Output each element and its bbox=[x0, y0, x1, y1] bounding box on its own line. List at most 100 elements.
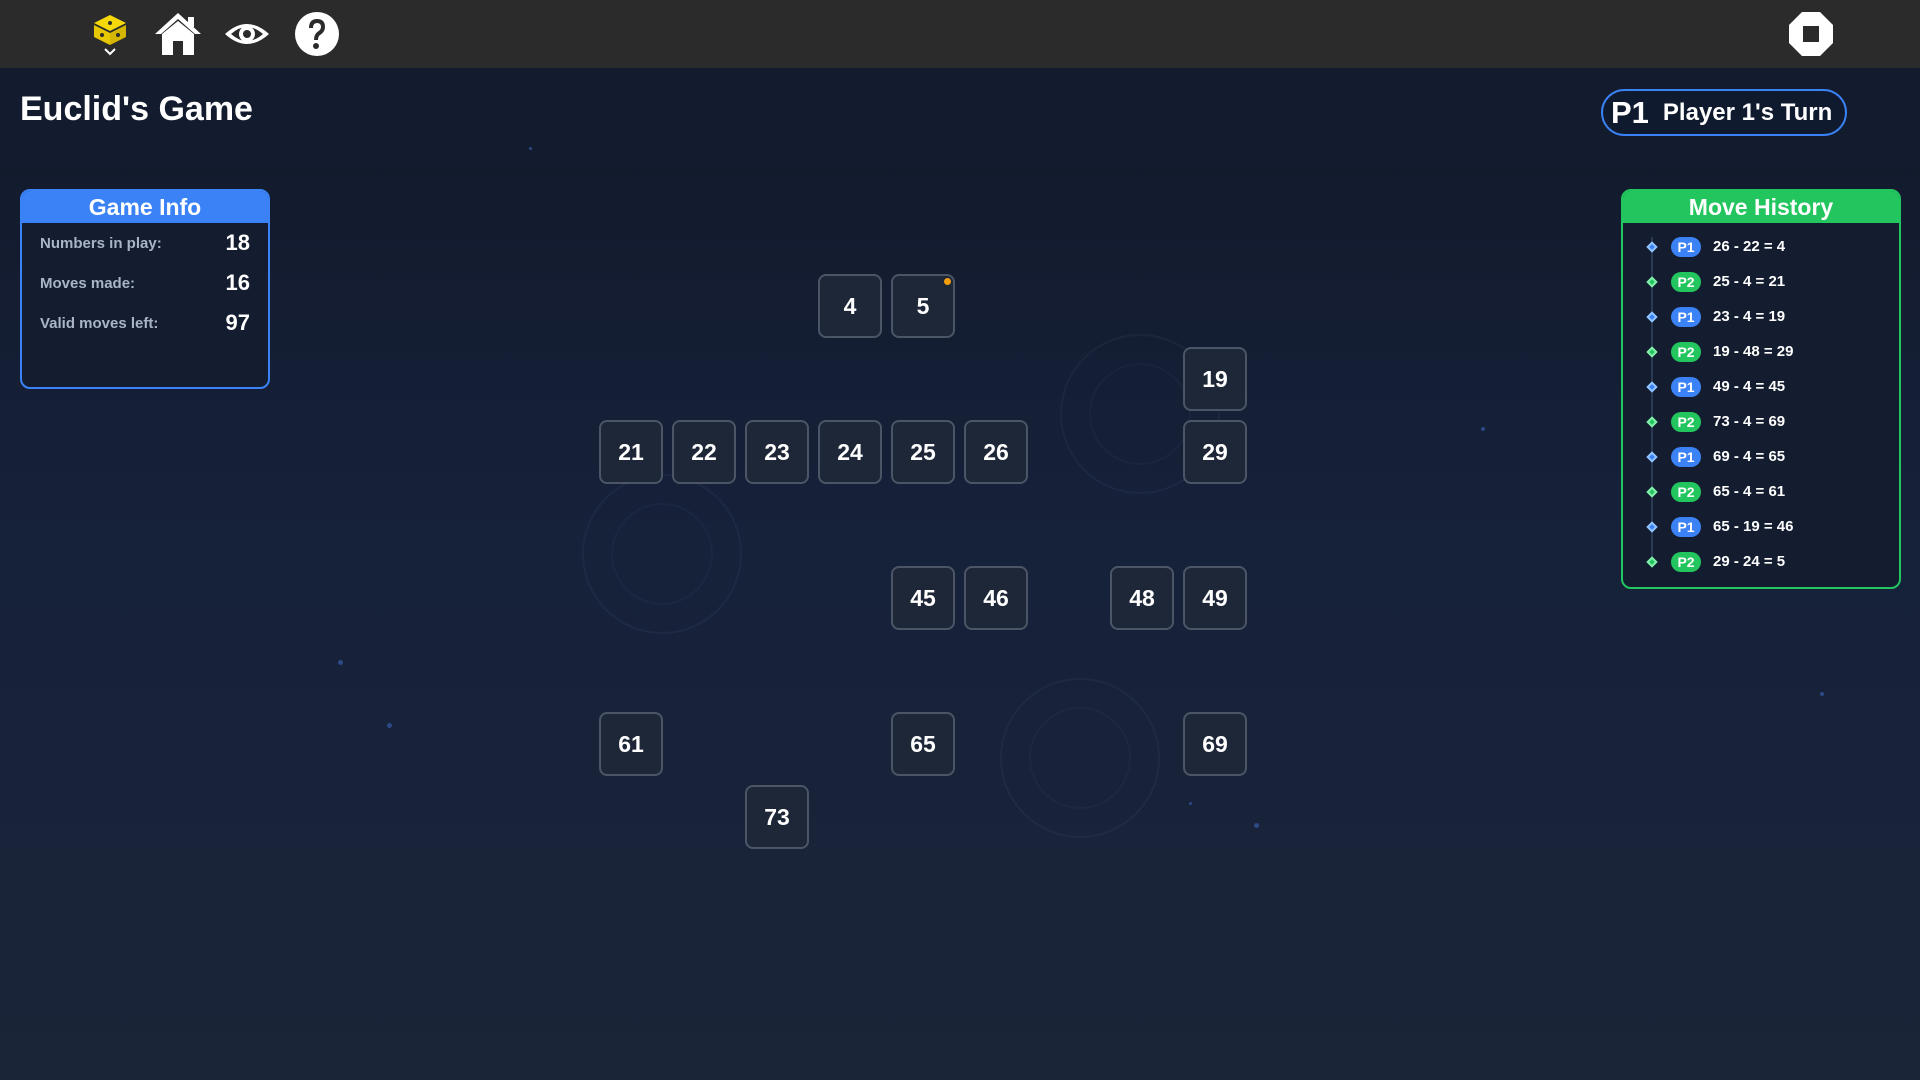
move-history-list: P1 26 - 22 = 4 P2 25 - 4 = 21 P1 23 - 4 = 19 P… bbox=[1623, 229, 1899, 579]
move-text: 19 - 48 = 29 bbox=[1713, 343, 1794, 360]
timeline-dot-icon bbox=[1646, 415, 1658, 428]
move-text: 65 - 4 = 61 bbox=[1713, 483, 1786, 500]
tile-number: 65 bbox=[910, 730, 936, 757]
timeline-dot-icon bbox=[1646, 275, 1658, 288]
tile-number: 4 bbox=[843, 292, 857, 319]
tile-number: 24 bbox=[837, 438, 863, 465]
move-text: 73 - 4 = 69 bbox=[1713, 413, 1786, 430]
stop-icon[interactable] bbox=[1786, 9, 1836, 59]
info-row-numbers: Numbers in play: 18 bbox=[22, 223, 268, 263]
number-tile[interactable]: 29 bbox=[1183, 420, 1247, 484]
move-text: 65 - 19 = 46 bbox=[1713, 518, 1794, 535]
home-icon[interactable] bbox=[152, 9, 204, 59]
number-tile[interactable]: 22 bbox=[672, 420, 736, 484]
number-tile[interactable]: 24 bbox=[818, 420, 882, 484]
move-text: 25 - 4 = 21 bbox=[1713, 273, 1786, 290]
tile-number: 19 bbox=[1202, 365, 1228, 392]
new-number-marker-icon bbox=[944, 278, 951, 285]
tile-number: 22 bbox=[691, 438, 717, 465]
history-item: P1 23 - 4 = 19 bbox=[1646, 299, 1899, 334]
move-text: 23 - 4 = 19 bbox=[1713, 308, 1786, 325]
player-badge: P1 bbox=[1671, 446, 1701, 467]
game-info-title: Game Info bbox=[22, 191, 268, 223]
move-text: 29 - 24 = 5 bbox=[1713, 553, 1786, 570]
move-text: 69 - 4 = 65 bbox=[1713, 448, 1786, 465]
tile-number: 21 bbox=[618, 438, 644, 465]
page-title: Euclid's Game bbox=[20, 90, 253, 128]
background-ring bbox=[1000, 678, 1160, 838]
tile-number: 46 bbox=[983, 584, 1009, 611]
tile-number: 45 bbox=[910, 584, 936, 611]
info-value: 18 bbox=[225, 230, 250, 255]
info-value: 97 bbox=[225, 310, 250, 335]
history-item: P1 49 - 4 = 45 bbox=[1646, 369, 1899, 404]
player-badge: P2 bbox=[1671, 551, 1701, 572]
info-row-moves: Moves made: 16 bbox=[22, 263, 268, 303]
player-badge: P2 bbox=[1671, 271, 1701, 292]
timeline-dot-icon bbox=[1646, 555, 1658, 568]
number-tile[interactable]: 45 bbox=[891, 566, 955, 630]
number-tile[interactable]: 23 bbox=[745, 420, 809, 484]
game-info-panel: Game Info Numbers in play: 18 Moves made… bbox=[20, 189, 270, 389]
tile-number: 61 bbox=[618, 730, 644, 757]
background-star bbox=[1481, 427, 1485, 431]
player-badge: P1 bbox=[1671, 516, 1701, 537]
timeline-dot-icon bbox=[1646, 240, 1658, 253]
info-row-valid-moves: Valid moves left: 97 bbox=[22, 303, 268, 343]
timeline-dot-icon bbox=[1646, 485, 1658, 498]
number-tile[interactable]: 19 bbox=[1183, 347, 1247, 411]
number-tile[interactable]: 21 bbox=[599, 420, 663, 484]
timeline-dot-icon bbox=[1646, 520, 1658, 533]
move-history-panel: Move History P1 26 - 22 = 4 P2 25 - 4 = 21 P… bbox=[1621, 189, 1901, 589]
number-tile[interactable]: 46 bbox=[964, 566, 1028, 630]
eye-icon[interactable] bbox=[222, 9, 272, 59]
move-text: 49 - 4 = 45 bbox=[1713, 378, 1786, 395]
turn-indicator: P1 Player 1's Turn bbox=[1601, 89, 1847, 136]
tile-number: 23 bbox=[764, 438, 790, 465]
timeline-dot-icon bbox=[1646, 450, 1658, 463]
player-badge: P1 bbox=[1671, 306, 1701, 327]
background-star bbox=[338, 660, 343, 665]
move-history-title: Move History bbox=[1623, 191, 1899, 223]
tile-number: 49 bbox=[1202, 584, 1228, 611]
background-star bbox=[529, 147, 532, 150]
number-tile[interactable]: 69 bbox=[1183, 712, 1247, 776]
number-tile[interactable]: 25 bbox=[891, 420, 955, 484]
background-star bbox=[1820, 692, 1824, 696]
player-badge: P2 bbox=[1671, 481, 1701, 502]
tile-number: 48 bbox=[1129, 584, 1155, 611]
info-label: Numbers in play: bbox=[40, 234, 162, 252]
number-tile[interactable]: 61 bbox=[599, 712, 663, 776]
turn-label: Player 1's Turn bbox=[1662, 98, 1833, 126]
history-item: P2 65 - 4 = 61 bbox=[1646, 474, 1899, 509]
info-label: Moves made: bbox=[40, 274, 136, 292]
tile-number: 29 bbox=[1202, 438, 1228, 465]
number-tile[interactable]: 48 bbox=[1110, 566, 1174, 630]
background-ring bbox=[582, 474, 742, 634]
background-star bbox=[1254, 823, 1259, 828]
timeline-dot-icon bbox=[1646, 345, 1658, 358]
background-star bbox=[1189, 802, 1192, 805]
history-item: P2 19 - 48 = 29 bbox=[1646, 334, 1899, 369]
history-item: P2 25 - 4 = 21 bbox=[1646, 264, 1899, 299]
tile-number: 25 bbox=[910, 438, 936, 465]
tile-number: 26 bbox=[983, 438, 1009, 465]
history-item: P2 29 - 24 = 5 bbox=[1646, 544, 1899, 579]
background-star bbox=[387, 723, 392, 728]
number-tile[interactable]: 49 bbox=[1183, 566, 1247, 630]
number-tile[interactable]: 65 bbox=[891, 712, 955, 776]
player-badge: P2 bbox=[1671, 411, 1701, 432]
move-text: 26 - 22 = 4 bbox=[1713, 238, 1786, 255]
info-label: Valid moves left: bbox=[40, 314, 159, 332]
history-item: P2 73 - 4 = 69 bbox=[1646, 404, 1899, 439]
tile-number: 5 bbox=[916, 292, 930, 319]
timeline-dot-icon bbox=[1646, 380, 1658, 393]
tile-number: 73 bbox=[764, 803, 790, 830]
number-tile[interactable]: 26 bbox=[964, 420, 1028, 484]
player-badge: P1 bbox=[1671, 236, 1701, 257]
number-tile[interactable]: 5 bbox=[891, 274, 955, 338]
help-icon[interactable] bbox=[292, 9, 342, 59]
number-tile[interactable]: 4 bbox=[818, 274, 882, 338]
app-logo-icon[interactable] bbox=[88, 9, 132, 59]
number-tile[interactable]: 73 bbox=[745, 785, 809, 849]
